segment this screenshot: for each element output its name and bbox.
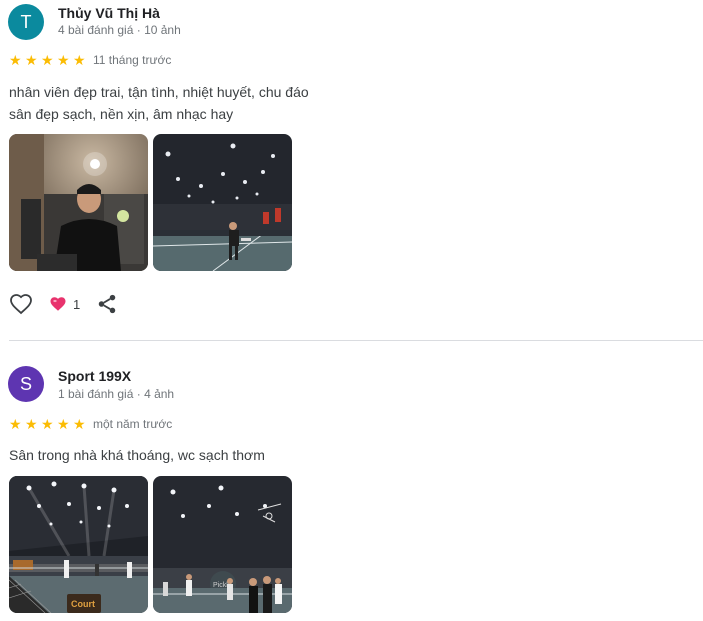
star-rating: ★ ★ ★ ★ ★ [9, 417, 88, 431]
review-time: một năm trước [93, 417, 173, 431]
review-text: Sân trong nhà khá thoáng, wc sạch thơm [9, 444, 265, 466]
share-icon[interactable] [96, 293, 118, 315]
review-text: nhân viên đẹp trai, tận tình, nhiệt huyế… [9, 81, 309, 125]
star-icon: ★ [73, 416, 86, 432]
star-icon: ★ [41, 52, 54, 68]
heart-emoji-icon [49, 295, 67, 313]
review-text-line: sân đẹp sạch, nền xịn, âm nhạc hay [9, 106, 234, 122]
star-icon: ★ [9, 416, 22, 432]
heart-outline-icon[interactable] [9, 292, 33, 316]
review-photo[interactable] [9, 134, 148, 271]
review-text-line: nhân viên đẹp trai, tận tình, nhiệt huyế… [9, 84, 309, 100]
reviewer-meta: 4 bài đánh giá · 10 ảnh [58, 23, 181, 37]
star-rating: ★ ★ ★ ★ ★ [9, 53, 88, 67]
review-photo[interactable] [153, 134, 292, 271]
reaction-button[interactable]: 1 [49, 295, 80, 313]
star-icon: ★ [9, 52, 22, 68]
svg-text:Court: Court [71, 599, 95, 609]
review-actions: 1 [9, 292, 118, 316]
star-icon: ★ [73, 52, 86, 68]
review-time: 11 tháng trước [93, 53, 172, 67]
reviewer-meta: 1 bài đánh giá · 4 ảnh [58, 387, 175, 401]
review-photo[interactable]: Pickle [153, 476, 292, 613]
review-photo[interactable]: Court [9, 476, 148, 613]
avatar[interactable]: T [8, 4, 44, 40]
review-text-line: Sân trong nhà khá thoáng, wc sạch thơm [9, 447, 265, 463]
review-divider [9, 340, 703, 341]
star-icon: ★ [25, 52, 38, 68]
avatar[interactable]: S [8, 366, 44, 402]
star-icon: ★ [57, 416, 70, 432]
star-icon: ★ [41, 416, 54, 432]
reaction-count: 1 [73, 296, 81, 312]
reviewer-name[interactable]: Sport 199X [58, 368, 131, 384]
star-icon: ★ [57, 52, 70, 68]
star-icon: ★ [25, 416, 38, 432]
reviewer-name[interactable]: Thủy Vũ Thị Hà [58, 5, 160, 21]
